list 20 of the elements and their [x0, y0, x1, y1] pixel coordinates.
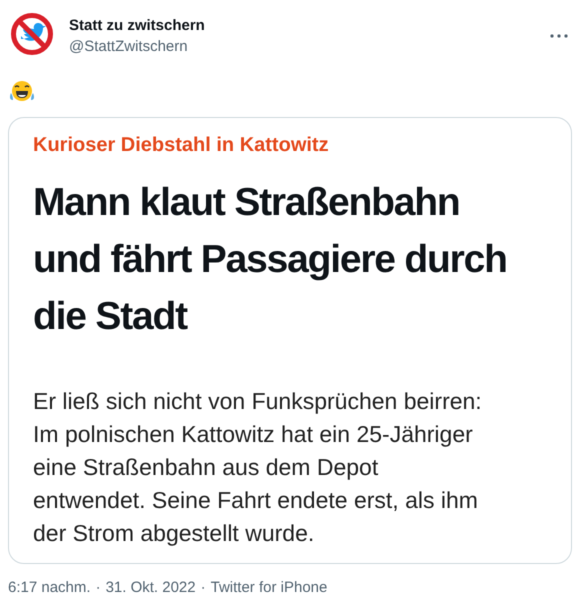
article-kicker: Kurioser Diebstahl in Kattowitz [33, 133, 330, 158]
teaser-line: eine Straßenbahn aus dem Depot [33, 453, 378, 482]
headline-line: die Stadt [33, 294, 187, 340]
separator-dot: · [96, 579, 101, 596]
separator-dot: · [200, 579, 206, 596]
tweet-source[interactable]: Twitter for iPhone [210, 579, 328, 596]
laughing-face-icon [10, 80, 34, 104]
teaser-line: der Strom abgestellt wurde. [33, 519, 314, 548]
headline-line: Mann klaut Straßenbahn [33, 180, 460, 226]
author-name[interactable]: Statt zu zwitschern [69, 16, 550, 36]
article-card[interactable] [8, 117, 572, 564]
avatar-icon[interactable] [10, 12, 54, 56]
headline-line: und fährt Passagiere durch [33, 237, 507, 283]
tweet-date[interactable]: 31. Okt. 2022 [106, 579, 196, 596]
more-icon[interactable] [550, 34, 568, 38]
teaser-line: Im polnischen Kattowitz hat ein 25-Jähriger [33, 420, 473, 449]
teaser-line: Er ließ sich nicht von Funksprüchen beirren: [33, 387, 482, 416]
teaser-line: entwendet. Seine Fahrt endete erst, als ihm [33, 486, 478, 515]
tweet-time[interactable]: 6:17 nachm. [8, 579, 91, 596]
author-handle[interactable]: @StattZwitschern [69, 37, 550, 57]
